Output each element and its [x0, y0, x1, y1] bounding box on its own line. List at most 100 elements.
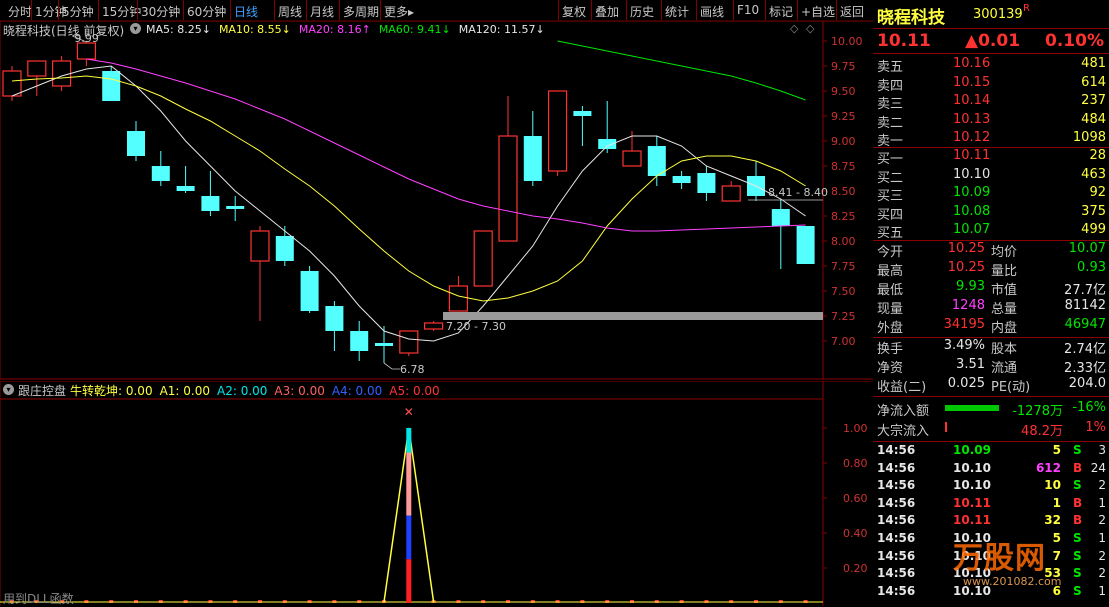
order-price: 10.16 — [953, 56, 991, 71]
candle — [127, 121, 145, 161]
bid-row-4[interactable]: 买四 10.08 375 — [873, 204, 1109, 223]
stat2-row-3: 收益(二) 0.025 PE(动) 204.0 — [873, 376, 1109, 395]
stat-key: 总量 — [991, 302, 1018, 317]
toolbar-button-6[interactable]: F10 — [737, 3, 759, 17]
candle — [151, 151, 170, 186]
candle — [647, 136, 666, 186]
order-label: 卖二 — [877, 115, 904, 131]
tab-7[interactable]: 日线 — [234, 3, 258, 20]
period-toolbar: 分时 1分钟 5分钟 15分钟 30分钟 60分钟 日线 周线 月线 多周期 更多▸ 复权 叠加 历史 统计… — [0, 0, 873, 21]
range-label-1: 7.20 - 7.30 — [446, 320, 506, 333]
order-label: 买二 — [877, 170, 904, 186]
stock-code: 300139 — [973, 7, 1023, 22]
tick-row[interactable]: 14:56 10.11 1 B 1 — [873, 496, 1109, 514]
tab-1[interactable]: 分时 — [8, 3, 32, 20]
flow-pct: 1% — [1085, 420, 1106, 435]
candle — [375, 326, 393, 363]
candle-body — [697, 173, 716, 193]
flow-bar — [945, 405, 999, 411]
toolbar-separator — [183, 0, 184, 20]
stat-value: 10.25 — [947, 260, 985, 275]
y-tick-label: 7.75 — [831, 260, 856, 273]
toolbar-button-5[interactable]: 画线 — [700, 3, 724, 20]
tab-10[interactable]: 多周期 — [343, 3, 379, 20]
tick-count: 1 — [1098, 495, 1106, 510]
candle-body — [176, 186, 195, 191]
tick-time: 14:56 — [877, 531, 916, 545]
bid-row-2[interactable]: 买二 10.10 463 — [873, 167, 1109, 186]
candle-body — [76, 42, 97, 60]
candle-body — [573, 111, 592, 116]
ask-row-1[interactable]: 卖五 10.16 481 — [873, 56, 1109, 75]
ind-y-tick-label: 0.60 — [843, 492, 868, 505]
toolbar-separator — [591, 0, 592, 20]
stat-value: 3.51 — [956, 357, 985, 372]
toolbar-button-7[interactable]: 标记 — [769, 3, 793, 20]
stat-key: 流通 — [991, 361, 1018, 376]
toolbar-button-3[interactable]: 历史 — [630, 3, 654, 20]
candle — [226, 196, 245, 221]
stat-row-4: 现量 1248 总量 81142 — [873, 298, 1109, 317]
candle-body — [325, 306, 344, 331]
ask-row-4[interactable]: 卖二 10.13 484 — [873, 112, 1109, 131]
bid-row-1[interactable]: 买一 10.11 28 — [873, 148, 1109, 167]
tab-11[interactable]: 更多▸ — [384, 3, 414, 20]
ask-row-2[interactable]: 卖四 10.15 614 — [873, 75, 1109, 94]
tick-side: B — [1073, 460, 1083, 475]
tab-6[interactable]: 60分钟 — [187, 3, 226, 20]
tick-row[interactable]: 14:56 10.10 612 B 24 — [873, 461, 1109, 479]
stat-value: 10.07 — [1068, 241, 1106, 256]
ind-y-tick-label: 1.00 — [843, 422, 868, 435]
butterfly-icon: ✕ — [404, 405, 414, 419]
bid-row-5[interactable]: 买五 10.07 499 — [873, 222, 1109, 241]
y-tick-label: 7.00 — [831, 335, 856, 348]
flow-row-1: 净流入额 -1278万 -16% — [873, 400, 1109, 419]
tick-row[interactable]: 14:56 10.10 10 S 2 — [873, 478, 1109, 496]
toolbar-button-4[interactable]: 统计 — [665, 3, 689, 20]
quote-panel: 晓程科技 300139 R 10.11 ▲0.01 0.10% 卖五 10.16 4… — [873, 0, 1109, 606]
candle-body — [127, 131, 145, 156]
stat-key: 量比 — [991, 264, 1018, 279]
flow-value: 48.2万 — [1021, 424, 1063, 439]
flow-pct: -16% — [1072, 400, 1106, 415]
toolbar-button-2[interactable]: 叠加 — [595, 3, 619, 20]
ind-y-tick-label: 0.40 — [843, 527, 868, 540]
candle — [498, 96, 518, 242]
toolbar-separator — [797, 0, 798, 20]
candle-body — [672, 176, 691, 183]
tab-9[interactable]: 月线 — [310, 3, 334, 20]
candle — [547, 90, 568, 176]
toolbar-button-8[interactable]: +自选 — [801, 3, 835, 20]
indicator-chart[interactable]: 1.00 0.80 0.60 0.40 0.20 ✕ — [0, 381, 873, 606]
stat-key: 今开 — [877, 245, 904, 260]
tab-8[interactable]: 周线 — [278, 3, 302, 20]
stat-value: 3.49% — [943, 338, 985, 353]
stat-key: 最低 — [877, 283, 904, 298]
candle-body — [350, 331, 369, 351]
toolbar-separator — [137, 0, 138, 20]
candle — [747, 161, 765, 201]
y-tick-label: 7.25 — [831, 310, 856, 323]
spike-bar-segment — [406, 559, 412, 603]
ask-row-3[interactable]: 卖三 10.14 237 — [873, 93, 1109, 112]
tab-4[interactable]: 15分钟 — [102, 3, 141, 20]
candle-body — [51, 60, 72, 87]
stat-value: 204.0 — [1068, 376, 1106, 391]
tick-time: 14:56 — [877, 443, 916, 457]
stat-key: 市值 — [991, 283, 1018, 298]
order-label: 买四 — [877, 207, 904, 223]
toolbar-button-9[interactable]: 返回 — [840, 3, 864, 20]
tab-5[interactable]: 30分钟 — [141, 3, 180, 20]
tab-3[interactable]: 5分钟 — [62, 3, 94, 20]
order-volume: 484 — [1081, 111, 1106, 127]
kline-chart[interactable]: 10.00 9.75 9.50 9.25 9.00 8.75 8.50 8.25 8.00 7.7… — [0, 21, 873, 381]
stat-key: 均价 — [991, 245, 1018, 260]
bid-row-3[interactable]: 买三 10.09 92 — [873, 185, 1109, 204]
tick-volume: 5 — [1052, 443, 1061, 457]
toolbar-button-1[interactable]: 复权 — [562, 3, 586, 20]
range-label-2: 8.41 - 8.40 — [768, 186, 828, 199]
tick-row[interactable]: 14:56 10.09 5 S 3 — [873, 443, 1109, 461]
order-label: 卖四 — [877, 78, 904, 94]
ma60-line — [557, 40, 806, 101]
toolbar-separator — [274, 0, 275, 20]
